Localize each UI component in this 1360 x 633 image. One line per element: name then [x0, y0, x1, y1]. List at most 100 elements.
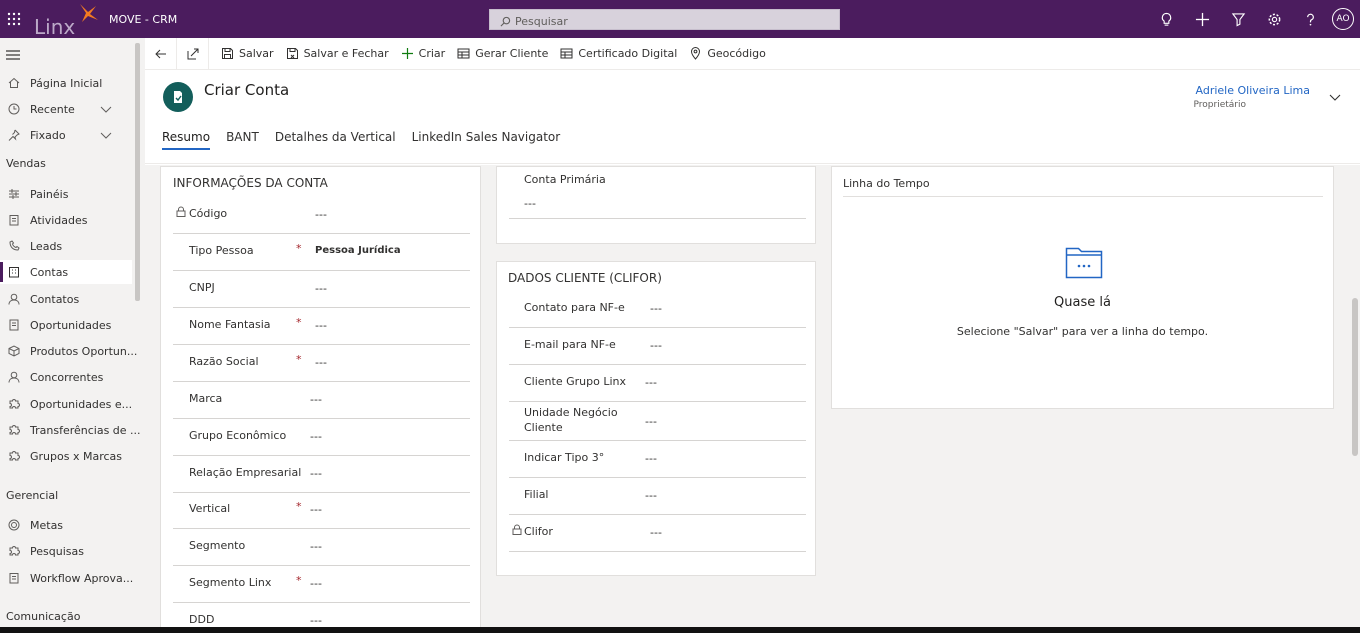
create-button[interactable]: Criar [401, 47, 445, 60]
field-vertical[interactable]: Vertical * --- [173, 492, 470, 529]
field-conta-primaria[interactable]: Conta Primária --- [509, 167, 806, 219]
sidebar-item-home[interactable]: Página Inicial [0, 71, 132, 95]
field-value[interactable]: --- [315, 319, 327, 332]
divider [843, 196, 1323, 197]
lock-icon [176, 206, 186, 217]
field-value[interactable]: --- [310, 577, 322, 590]
field-clifor[interactable]: Clifor --- [509, 515, 806, 552]
tab-summary[interactable]: Resumo [162, 130, 211, 150]
sidebar-scrollbar[interactable] [135, 43, 140, 301]
sidebar-item-transfers[interactable]: Transferências de ... [0, 418, 141, 442]
field-value[interactable]: --- [645, 376, 657, 389]
search-placeholder: Pesquisar [515, 14, 568, 28]
sidebar-item-dashboards[interactable]: Painéis [0, 182, 132, 206]
person-icon [8, 371, 20, 383]
chevron-down-icon[interactable] [100, 129, 112, 141]
field-filial[interactable]: Filial --- [509, 478, 806, 515]
field-contato-nfe[interactable]: Contato para NF-e --- [509, 291, 806, 328]
sidebar-item-pinned[interactable]: Fixado [0, 123, 132, 147]
back-button[interactable] [145, 37, 177, 70]
field-value[interactable]: --- [310, 430, 322, 443]
popout-button[interactable] [177, 37, 209, 70]
user-avatar[interactable]: AO [1332, 8, 1354, 30]
field-nome-fantasia[interactable]: Nome Fantasia * --- [173, 308, 470, 345]
field-value[interactable]: --- [315, 208, 327, 221]
field-value[interactable]: --- [315, 356, 327, 369]
field-value[interactable]: --- [524, 197, 536, 210]
field-value[interactable]: --- [650, 339, 662, 352]
field-segmento[interactable]: Segmento --- [173, 529, 470, 566]
plus-icon[interactable] [1184, 0, 1220, 38]
field-relacao-empresarial[interactable]: Relação Empresarial --- [173, 456, 470, 493]
generate-client-label: Gerar Cliente [475, 47, 549, 60]
tab-linkedin[interactable]: LinkedIn Sales Navigator [412, 130, 561, 150]
sidebar-item-contacts[interactable]: Contatos [0, 287, 132, 311]
generate-client-button[interactable]: Gerar Cliente [457, 47, 548, 60]
field-value[interactable]: --- [310, 503, 322, 516]
hamburger-icon[interactable] [6, 50, 20, 60]
sidebar-item-leads[interactable]: Leads [0, 234, 132, 258]
filter-icon[interactable] [1220, 0, 1256, 38]
field-value[interactable]: --- [310, 393, 322, 406]
sidebar-item-surveys[interactable]: Pesquisas [0, 539, 132, 563]
sidebar-item-accounts[interactable]: Contas [0, 260, 132, 284]
field-value[interactable]: --- [650, 526, 662, 539]
field-value[interactable]: --- [650, 302, 662, 315]
field-value[interactable]: --- [310, 614, 322, 627]
nav-group-title: Gerencial [6, 489, 59, 502]
gear-icon[interactable] [1256, 0, 1292, 38]
field-cnpj[interactable]: CNPJ --- [173, 271, 470, 308]
dashboard-icon [9, 189, 19, 199]
sidebar-item-recent[interactable]: Recente [0, 97, 132, 121]
field-razao-social[interactable]: Razão Social * --- [173, 345, 470, 382]
owner-link[interactable]: Adriele Oliveira Lima [1196, 84, 1311, 97]
sidebar-item-activities[interactable]: Atividades [0, 208, 132, 232]
lightbulb-icon[interactable] [1148, 0, 1184, 38]
field-segmento-linx[interactable]: Segmento Linx * --- [173, 566, 470, 603]
sidebar-item-opportunity-products[interactable]: Produtos Oportun... [0, 339, 137, 363]
field-unidade-negocio[interactable]: Unidade Negócio Cliente --- [509, 402, 806, 441]
field-value[interactable]: --- [645, 489, 657, 502]
field-value[interactable]: --- [315, 282, 327, 295]
puzzle-icon [9, 451, 20, 461]
field-indicar-tipo[interactable]: Indicar Tipo 3° --- [509, 441, 806, 478]
sidebar-item-label: Concorrentes [30, 370, 104, 384]
field-codigo[interactable]: Código --- [173, 197, 470, 234]
page-title: Criar Conta [204, 81, 290, 99]
sidebar-item-competitors[interactable]: Concorrentes [0, 365, 132, 389]
geocode-button[interactable]: Geocódigo [689, 47, 766, 60]
field-cliente-grupo-linx[interactable]: Cliente Grupo Linx --- [509, 365, 806, 402]
sidebar-item-opportunities-e[interactable]: Oportunidades e... [0, 392, 132, 416]
sidebar-item-goals[interactable]: Metas [0, 513, 132, 537]
chevron-down-icon[interactable] [100, 103, 112, 115]
chevron-down-icon[interactable] [1328, 90, 1342, 104]
field-label: Segmento Linx [189, 576, 272, 589]
field-grupo-economico[interactable]: Grupo Econômico --- [173, 419, 470, 456]
field-value[interactable]: --- [645, 415, 657, 428]
sidebar-item-opportunities[interactable]: Oportunidades [0, 313, 132, 337]
field-label: Segmento [189, 539, 246, 552]
field-tipo-pessoa[interactable]: Tipo Pessoa * Pessoa Jurídica [173, 234, 470, 271]
sidebar-item-label: Recente [30, 102, 75, 116]
save-button[interactable]: Salvar [221, 47, 274, 60]
sidebar-item-groups-brands[interactable]: Grupos x Marcas [0, 444, 132, 468]
timeline-message: Selecione "Salvar" para ver a linha do t… [956, 325, 1209, 338]
sidebar-item-workflow[interactable]: Workflow Aprova... [0, 566, 133, 590]
save-close-button[interactable]: Salvar e Fechar [286, 47, 389, 60]
field-value[interactable]: --- [310, 467, 322, 480]
main-scrollbar[interactable] [1352, 298, 1358, 456]
search-input[interactable]: Pesquisar [489, 9, 840, 30]
field-value[interactable]: Pessoa Jurídica [315, 245, 401, 256]
digital-certificate-button[interactable]: Certificado Digital [560, 47, 677, 60]
field-marca[interactable]: Marca --- [173, 382, 470, 419]
tab-bant[interactable]: BANT [226, 130, 259, 150]
app-launcher-icon[interactable] [0, 0, 27, 38]
field-label: Vertical [189, 502, 231, 515]
tab-vertical-details[interactable]: Detalhes da Vertical [275, 130, 396, 150]
field-value[interactable]: --- [310, 540, 322, 553]
field-value[interactable]: --- [645, 452, 657, 465]
field-email-nfe[interactable]: E-mail para NF-e --- [509, 328, 806, 365]
owner-label: Proprietário [1193, 100, 1246, 110]
field-label: Razão Social [189, 355, 259, 368]
help-icon[interactable] [1292, 0, 1328, 38]
